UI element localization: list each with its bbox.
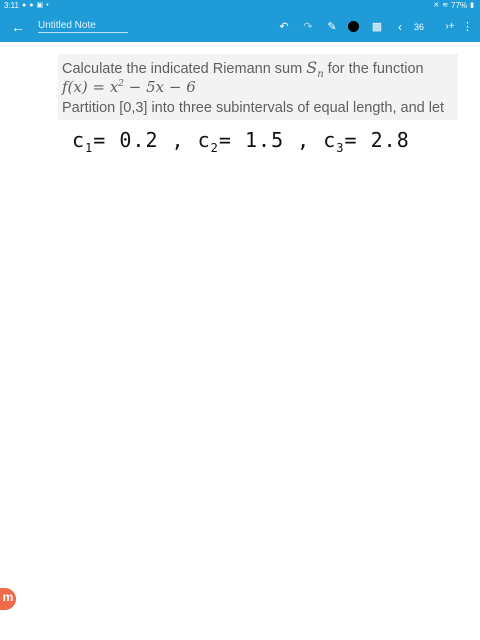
battery-icon: ▮ <box>470 2 474 9</box>
color-picker-icon[interactable] <box>347 18 359 36</box>
app-logo[interactable]: m <box>0 588 16 610</box>
battery-level: 77% <box>451 1 468 10</box>
riemann-sum-symbol: Sn <box>306 58 324 81</box>
mute-icon: ✕ <box>433 2 440 9</box>
question-line-1: Calculate the indicated Riemann sum Sn f… <box>62 58 424 81</box>
status-time: 3:11 <box>4 1 19 10</box>
handwritten-sample-points: c1= 0.2 , c2= 1.5 , c3= 2.8 <box>72 128 410 155</box>
image-icon[interactable]: ▩ <box>370 18 384 36</box>
note-title[interactable]: Untitled Note <box>38 20 128 33</box>
more-icon: • <box>46 2 49 9</box>
pen-icon[interactable]: ✎ <box>324 18 340 36</box>
next-page-icon[interactable]: ›+ <box>443 18 457 36</box>
question-function: f(x) = x2 − 5x − 6 <box>62 78 196 96</box>
notification-icon: ● <box>21 2 27 9</box>
question-card: Calculate the indicated Riemann sum Sn f… <box>58 54 458 120</box>
notification-icon: ● <box>29 2 34 9</box>
redo-icon[interactable]: ↷ <box>300 18 316 36</box>
gallery-icon: ▣ <box>36 2 44 9</box>
more-options-icon[interactable]: ⋮ <box>462 18 473 36</box>
app-bar: ← Untitled Note ↶ ↷ ✎ ▩ ‹ 36 ›+ ⋮ <box>0 12 480 42</box>
page-number: 36 <box>414 22 425 32</box>
question-line-3: Partition [0,3] into three subintervals … <box>62 100 445 116</box>
previous-page-icon[interactable]: ‹ <box>394 18 406 36</box>
wifi-icon: ≋ <box>442 2 449 9</box>
status-bar: 3:11 ● ● ▣ • ✕ ≋ 77% ▮ <box>0 0 480 12</box>
back-arrow-icon[interactable]: ← <box>8 17 28 37</box>
undo-icon[interactable]: ↶ <box>276 18 292 36</box>
